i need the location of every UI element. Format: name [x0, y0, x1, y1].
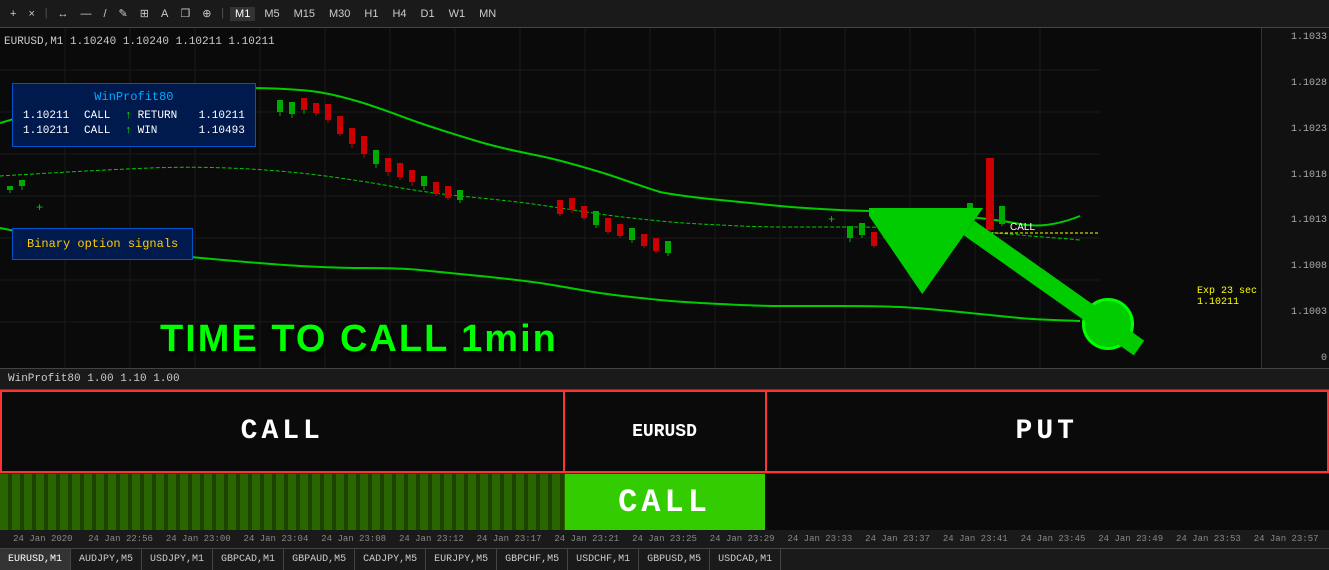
- time-tick-10: 24 Jan 23:33: [781, 534, 859, 544]
- winprofit-row-2: 1.10211 CALL ↑ WIN 1.10493: [23, 125, 245, 137]
- wp-price-2: 1.10211: [23, 125, 78, 137]
- time-tick-1: 24 Jan 22:56: [82, 534, 160, 544]
- toolbar-minus[interactable]: —: [76, 7, 95, 21]
- sym-tab-usdjpy-m1[interactable]: USDJPY,M1: [142, 549, 213, 570]
- svg-text:+: +: [828, 213, 835, 227]
- price-tick-3: 1.1023: [1264, 124, 1327, 135]
- time-tick-7: 24 Jan 23:21: [548, 534, 626, 544]
- toolbar-sep2: |: [219, 8, 226, 20]
- call-button-left: [0, 474, 565, 530]
- tf-d1[interactable]: D1: [416, 7, 440, 21]
- time-to-call-text: TIME TO CALL 1min: [160, 318, 558, 361]
- sym-tab-usdcad-m1[interactable]: USDCAD,M1: [710, 549, 781, 570]
- price-label: EURUSD,M1 1.10240 1.10240 1.10211 1.1021…: [4, 36, 275, 48]
- winprofit-box: WinProfit80 1.10211 CALL ↑ RETURN 1.1021…: [12, 83, 256, 147]
- sym-tab-gbpusd-m5[interactable]: GBPUSD,M5: [639, 549, 710, 570]
- sym-tab-usdchf-m1[interactable]: USDCHF,M1: [568, 549, 639, 570]
- toolbar-pen[interactable]: ✎: [115, 6, 132, 21]
- sym-tab-gbpaud-m5[interactable]: GBPAUD,M5: [284, 549, 355, 570]
- wp-arrow-1: ↑: [125, 110, 132, 122]
- signal-section: CALL EURUSD PUT: [0, 390, 1329, 474]
- toolbar: + × | ↔ — / ✎ ⊞ A ❐ ⊕ | M1 M5 M15 M30 H1…: [0, 0, 1329, 28]
- toolbar-copy[interactable]: ❐: [176, 6, 194, 21]
- sym-tab-eurjpy-m5[interactable]: EURJPY,M5: [426, 549, 497, 570]
- svg-text:+: +: [36, 201, 43, 215]
- bottom-bar: WinProfit80 1.00 1.10 1.00: [0, 368, 1329, 390]
- time-tick-5: 24 Jan 23:12: [393, 534, 471, 544]
- time-tick-8: 24 Jan 23:25: [626, 534, 704, 544]
- sym-tab-audjpy-m5[interactable]: AUDJPY,M5: [71, 549, 142, 570]
- time-tick-0: 24 Jan 2020: [4, 534, 82, 544]
- exp-label: Exp 23 sec 1.10211: [1197, 286, 1257, 308]
- time-tick-12: 24 Jan 23:41: [936, 534, 1014, 544]
- sym-tab-cadjpy-m5[interactable]: CADJPY,M5: [355, 549, 426, 570]
- signal-put-label: PUT: [765, 390, 1329, 473]
- price-tick-4: 1.1018: [1264, 170, 1327, 181]
- wp-value-1: 1.10211: [199, 110, 245, 122]
- time-tick-11: 24 Jan 23:37: [859, 534, 937, 544]
- price-tick-8: 0: [1264, 353, 1327, 364]
- binary-signals: Binary option signals: [12, 228, 193, 260]
- call-button-right: [765, 474, 1329, 530]
- toolbar-sep1: |: [43, 8, 50, 20]
- wp-value-2: 1.10493: [199, 125, 245, 137]
- toolbar-target[interactable]: ⊕: [198, 6, 215, 21]
- sym-tab-gbpchf-m5[interactable]: GBPCHF,M5: [497, 549, 568, 570]
- time-tick-15: 24 Jan 23:53: [1170, 534, 1248, 544]
- call-stripe-left: [0, 474, 565, 530]
- winprofit-row-1: 1.10211 CALL ↑ RETURN 1.10211: [23, 110, 245, 122]
- wp-call-1: CALL: [84, 110, 119, 122]
- time-tick-2: 24 Jan 23:00: [159, 534, 237, 544]
- time-tick-14: 24 Jan 23:49: [1092, 534, 1170, 544]
- chart-area: EURUSD,M1 1.10240 1.10240 1.10211 1.1021…: [0, 28, 1329, 368]
- price-tick-7: 1.1003: [1264, 307, 1327, 318]
- tf-w1[interactable]: W1: [444, 7, 471, 21]
- signal-symbol-label: EURUSD: [565, 390, 765, 473]
- price-tick-2: 1.1028: [1264, 78, 1327, 89]
- time-tick-9: 24 Jan 23:29: [703, 534, 781, 544]
- toolbar-grid[interactable]: ⊞: [136, 6, 153, 21]
- green-arrow-icon: [869, 208, 1149, 368]
- toolbar-close[interactable]: ×: [24, 7, 38, 21]
- tf-m30[interactable]: M30: [324, 7, 355, 21]
- tf-mn[interactable]: MN: [474, 7, 501, 21]
- toolbar-line[interactable]: /: [99, 7, 110, 21]
- toolbar-text[interactable]: A: [157, 7, 172, 21]
- tf-m1[interactable]: M1: [230, 7, 255, 21]
- winprofit-title: WinProfit80: [23, 90, 245, 104]
- time-tick-4: 24 Jan 23:08: [315, 534, 393, 544]
- price-axis: 1.1033 1.1028 1.1023 1.1018 1.1013 1.100…: [1261, 28, 1329, 368]
- sym-tab-eurusd-m1[interactable]: EURUSD,M1: [0, 549, 71, 570]
- wp-price-1: 1.10211: [23, 110, 78, 122]
- wp-label-2: WIN: [138, 125, 193, 137]
- bottom-bar-text: WinProfit80 1.00 1.10 1.00: [8, 373, 180, 385]
- call-button[interactable]: CALL: [565, 474, 765, 530]
- signal-call-label: CALL: [0, 390, 565, 473]
- tf-h1[interactable]: H1: [359, 7, 383, 21]
- price-tick-1: 1.1033: [1264, 32, 1327, 43]
- time-tick-13: 24 Jan 23:45: [1014, 534, 1092, 544]
- tf-m15[interactable]: M15: [289, 7, 320, 21]
- time-tick-16: 24 Jan 23:57: [1247, 534, 1325, 544]
- time-axis: 24 Jan 2020 24 Jan 22:56 24 Jan 23:00 24…: [0, 530, 1329, 548]
- tf-h4[interactable]: H4: [387, 7, 411, 21]
- wp-label-1: RETURN: [138, 110, 193, 122]
- call-button-row: CALL: [0, 474, 1329, 530]
- toolbar-arrow[interactable]: ↔: [53, 7, 72, 21]
- price-tick-5: 1.1013: [1264, 215, 1327, 226]
- wp-call-2: CALL: [84, 125, 119, 137]
- price-tick-6: 1.1008: [1264, 261, 1327, 272]
- time-tick-3: 24 Jan 23:04: [237, 534, 315, 544]
- symbol-tabs: EURUSD,M1 AUDJPY,M5 USDJPY,M1 GBPCAD,M1 …: [0, 548, 1329, 570]
- wp-arrow-2: ↑: [125, 125, 132, 137]
- sym-tab-gbpcad-m1[interactable]: GBPCAD,M1: [213, 549, 284, 570]
- time-tick-6: 24 Jan 23:17: [470, 534, 548, 544]
- tf-m5[interactable]: M5: [259, 7, 284, 21]
- toolbar-plus[interactable]: +: [6, 7, 20, 21]
